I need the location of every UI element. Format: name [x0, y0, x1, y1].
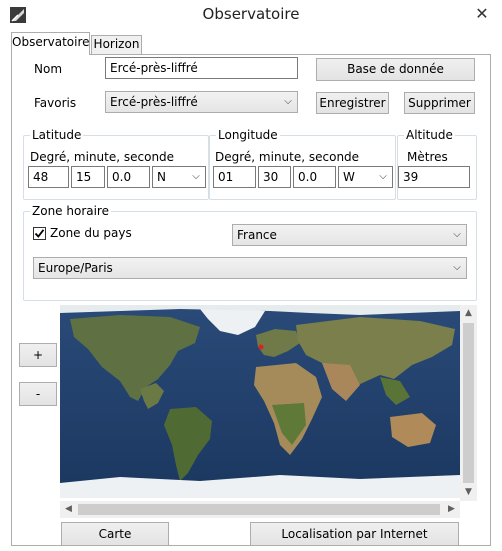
- carte-button[interactable]: Carte: [61, 522, 169, 546]
- altitude-input[interactable]: 39: [398, 166, 470, 188]
- favoris-value: Ercé-près-liffré: [110, 95, 198, 109]
- latitude-second-input[interactable]: 0.0: [107, 166, 150, 188]
- chevron-down-icon: ⌵: [453, 262, 461, 273]
- altitude-title: Altitude: [404, 128, 455, 142]
- observer-marker: [258, 344, 264, 350]
- timezone-title: Zone horaire: [30, 204, 111, 218]
- favoris-label: Favoris: [34, 96, 77, 110]
- window-title: Observatoire: [202, 5, 300, 23]
- longitude-second-input[interactable]: 0.0: [293, 166, 336, 188]
- longitude-minute-input[interactable]: 30: [258, 166, 291, 188]
- chevron-down-icon: ⌵: [192, 171, 200, 182]
- map-vertical-scrollbar[interactable]: ▲ ▼: [460, 305, 477, 501]
- title-bar: Observatoire ✕: [0, 0, 502, 30]
- longitude-title: Longitude: [216, 128, 280, 142]
- latitude-degree-input[interactable]: 48: [28, 166, 69, 188]
- map-horizontal-scrollbar[interactable]: ◀ ▶: [60, 501, 460, 518]
- tab-horizon[interactable]: Horizon: [91, 35, 142, 54]
- close-button[interactable]: ✕: [470, 3, 494, 25]
- world-map[interactable]: [60, 305, 460, 498]
- scroll-up-icon[interactable]: ▲: [460, 305, 477, 322]
- altitude-subtitle: Mètres: [407, 150, 448, 164]
- country-select[interactable]: France ⌵: [232, 224, 467, 246]
- scroll-left-icon[interactable]: ◀: [60, 501, 77, 518]
- chevron-down-icon: ⌵: [379, 171, 387, 182]
- zone-du-pays-checkbox[interactable]: [33, 227, 46, 240]
- localisation-internet-button[interactable]: Localisation par Internet: [250, 522, 459, 546]
- latitude-hemisphere-value: N: [157, 170, 166, 184]
- close-icon: ✕: [475, 4, 489, 23]
- supprimer-button[interactable]: Supprimer: [404, 92, 475, 114]
- longitude-hemisphere-value: W: [343, 170, 355, 184]
- zone-select[interactable]: Europe/Paris ⌵: [33, 257, 467, 279]
- zoom-in-button[interactable]: +: [19, 343, 57, 367]
- base-de-donnee-button[interactable]: Base de donnée: [316, 58, 475, 81]
- latitude-subtitle: Degré, minute, seconde: [30, 150, 175, 164]
- longitude-subtitle: Degré, minute, seconde: [215, 150, 360, 164]
- longitude-degree-input[interactable]: 01: [213, 166, 256, 188]
- chevron-down-icon: ⌵: [453, 229, 461, 240]
- favoris-select[interactable]: Ercé-près-liffré ⌵: [105, 91, 298, 113]
- map-vertical-scroll-thumb[interactable]: [463, 323, 474, 483]
- nom-input[interactable]: Ercé-près-liffré: [105, 57, 298, 79]
- scroll-right-icon[interactable]: ▶: [443, 501, 460, 518]
- latitude-hemisphere-select[interactable]: N ⌵: [152, 166, 206, 188]
- country-value: France: [237, 228, 277, 242]
- map-horizontal-scroll-thumb[interactable]: [78, 504, 440, 515]
- tab-observatoire[interactable]: Observatoire: [11, 32, 90, 55]
- zoom-out-button[interactable]: -: [19, 382, 57, 406]
- nom-label: Nom: [34, 62, 63, 76]
- latitude-title: Latitude: [30, 128, 84, 142]
- enregistrer-button[interactable]: Enregistrer: [316, 92, 389, 114]
- scroll-down-icon[interactable]: ▼: [460, 484, 477, 501]
- zone-du-pays-label: Zone du pays: [50, 226, 132, 240]
- latitude-minute-input[interactable]: 15: [71, 166, 105, 188]
- longitude-hemisphere-select[interactable]: W ⌵: [338, 166, 393, 188]
- zone-value: Europe/Paris: [38, 261, 113, 275]
- chevron-down-icon: ⌵: [284, 96, 292, 107]
